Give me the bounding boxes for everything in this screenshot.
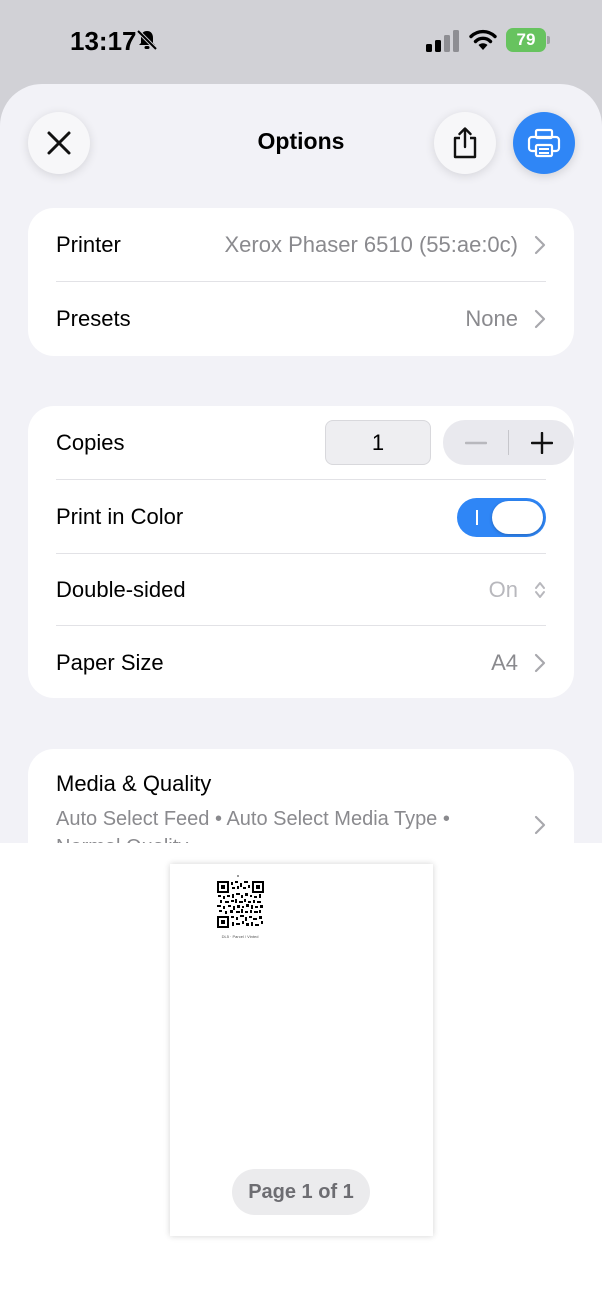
- printer-label: Printer: [56, 231, 121, 257]
- decrement-button[interactable]: [443, 420, 508, 465]
- share-icon: [453, 127, 477, 159]
- double-sided-row[interactable]: Double-sided On: [56, 553, 546, 626]
- qr-code-image: [217, 881, 264, 928]
- chevron-right-icon: [534, 309, 546, 328]
- media-quality-title: Media & Quality: [56, 771, 212, 796]
- presets-label: Presets: [56, 305, 131, 331]
- chevron-right-icon: [534, 815, 546, 835]
- share-button[interactable]: [434, 112, 496, 174]
- toggle-on-mark: [476, 510, 478, 525]
- copies-field[interactable]: 1: [325, 420, 431, 465]
- page-caption: DL5 · Parcel / Vinted: [221, 934, 259, 939]
- status-time: 13:17: [70, 26, 137, 56]
- chevron-up-down-icon: [535, 581, 545, 598]
- status-bar: 13:17 79: [0, 0, 602, 84]
- paper-size-value: A4: [491, 649, 518, 675]
- media-quality-card[interactable]: Media & Quality Auto Select Feed • Auto …: [28, 749, 574, 844]
- page-indicator: Page 1 of 1: [232, 1169, 370, 1215]
- page-mark: [237, 875, 239, 877]
- bell-slash-icon: [136, 29, 158, 51]
- battery-indicator: 79: [506, 28, 546, 52]
- copies-label: Copies: [56, 429, 125, 455]
- print-preview: DL5 · Parcel / Vinted Page 1 of 1: [0, 843, 602, 1306]
- wifi-icon: [469, 29, 497, 50]
- color-label: Print in Color: [56, 503, 184, 529]
- paper-size-row[interactable]: Paper Size A4: [56, 626, 546, 699]
- battery-level: 79: [516, 30, 536, 49]
- battery-cap: [547, 36, 550, 44]
- print-button[interactable]: [513, 112, 575, 174]
- printer-icon: [527, 128, 561, 158]
- double-sided-label: Double-sided: [56, 576, 186, 602]
- increment-button[interactable]: [509, 420, 574, 465]
- settings-card: Copies 1 Print in Color Double-sided On …: [28, 406, 574, 698]
- double-sided-value: On: [488, 576, 518, 602]
- printer-card: Printer Xerox Phaser 6510 (55:ae:0c) Pre…: [28, 208, 574, 356]
- media-quality-subtitle: Auto Select Feed • Auto Select Media Typ…: [56, 808, 450, 844]
- copies-row: Copies 1: [56, 406, 574, 479]
- sheet-title: Options: [257, 128, 345, 154]
- plus-icon: [530, 431, 553, 454]
- presets-value: None: [465, 305, 518, 331]
- minus-icon: [464, 441, 487, 444]
- copies-stepper: [443, 420, 574, 465]
- printer-value: Xerox Phaser 6510 (55:ae:0c): [224, 231, 518, 257]
- color-row: Print in Color: [56, 480, 546, 553]
- presets-row[interactable]: Presets None: [56, 282, 546, 355]
- toggle-knob: [492, 501, 543, 534]
- paper-size-label: Paper Size: [56, 649, 164, 675]
- cellular-signal-icon: [426, 30, 459, 52]
- chevron-right-icon: [534, 653, 546, 672]
- color-toggle[interactable]: [457, 498, 546, 537]
- options-sheet: Options Printer Xerox Phaser 6510 (55:ae…: [0, 84, 602, 844]
- chevron-right-icon: [534, 235, 546, 254]
- printer-row[interactable]: Printer Xerox Phaser 6510 (55:ae:0c): [56, 208, 546, 281]
